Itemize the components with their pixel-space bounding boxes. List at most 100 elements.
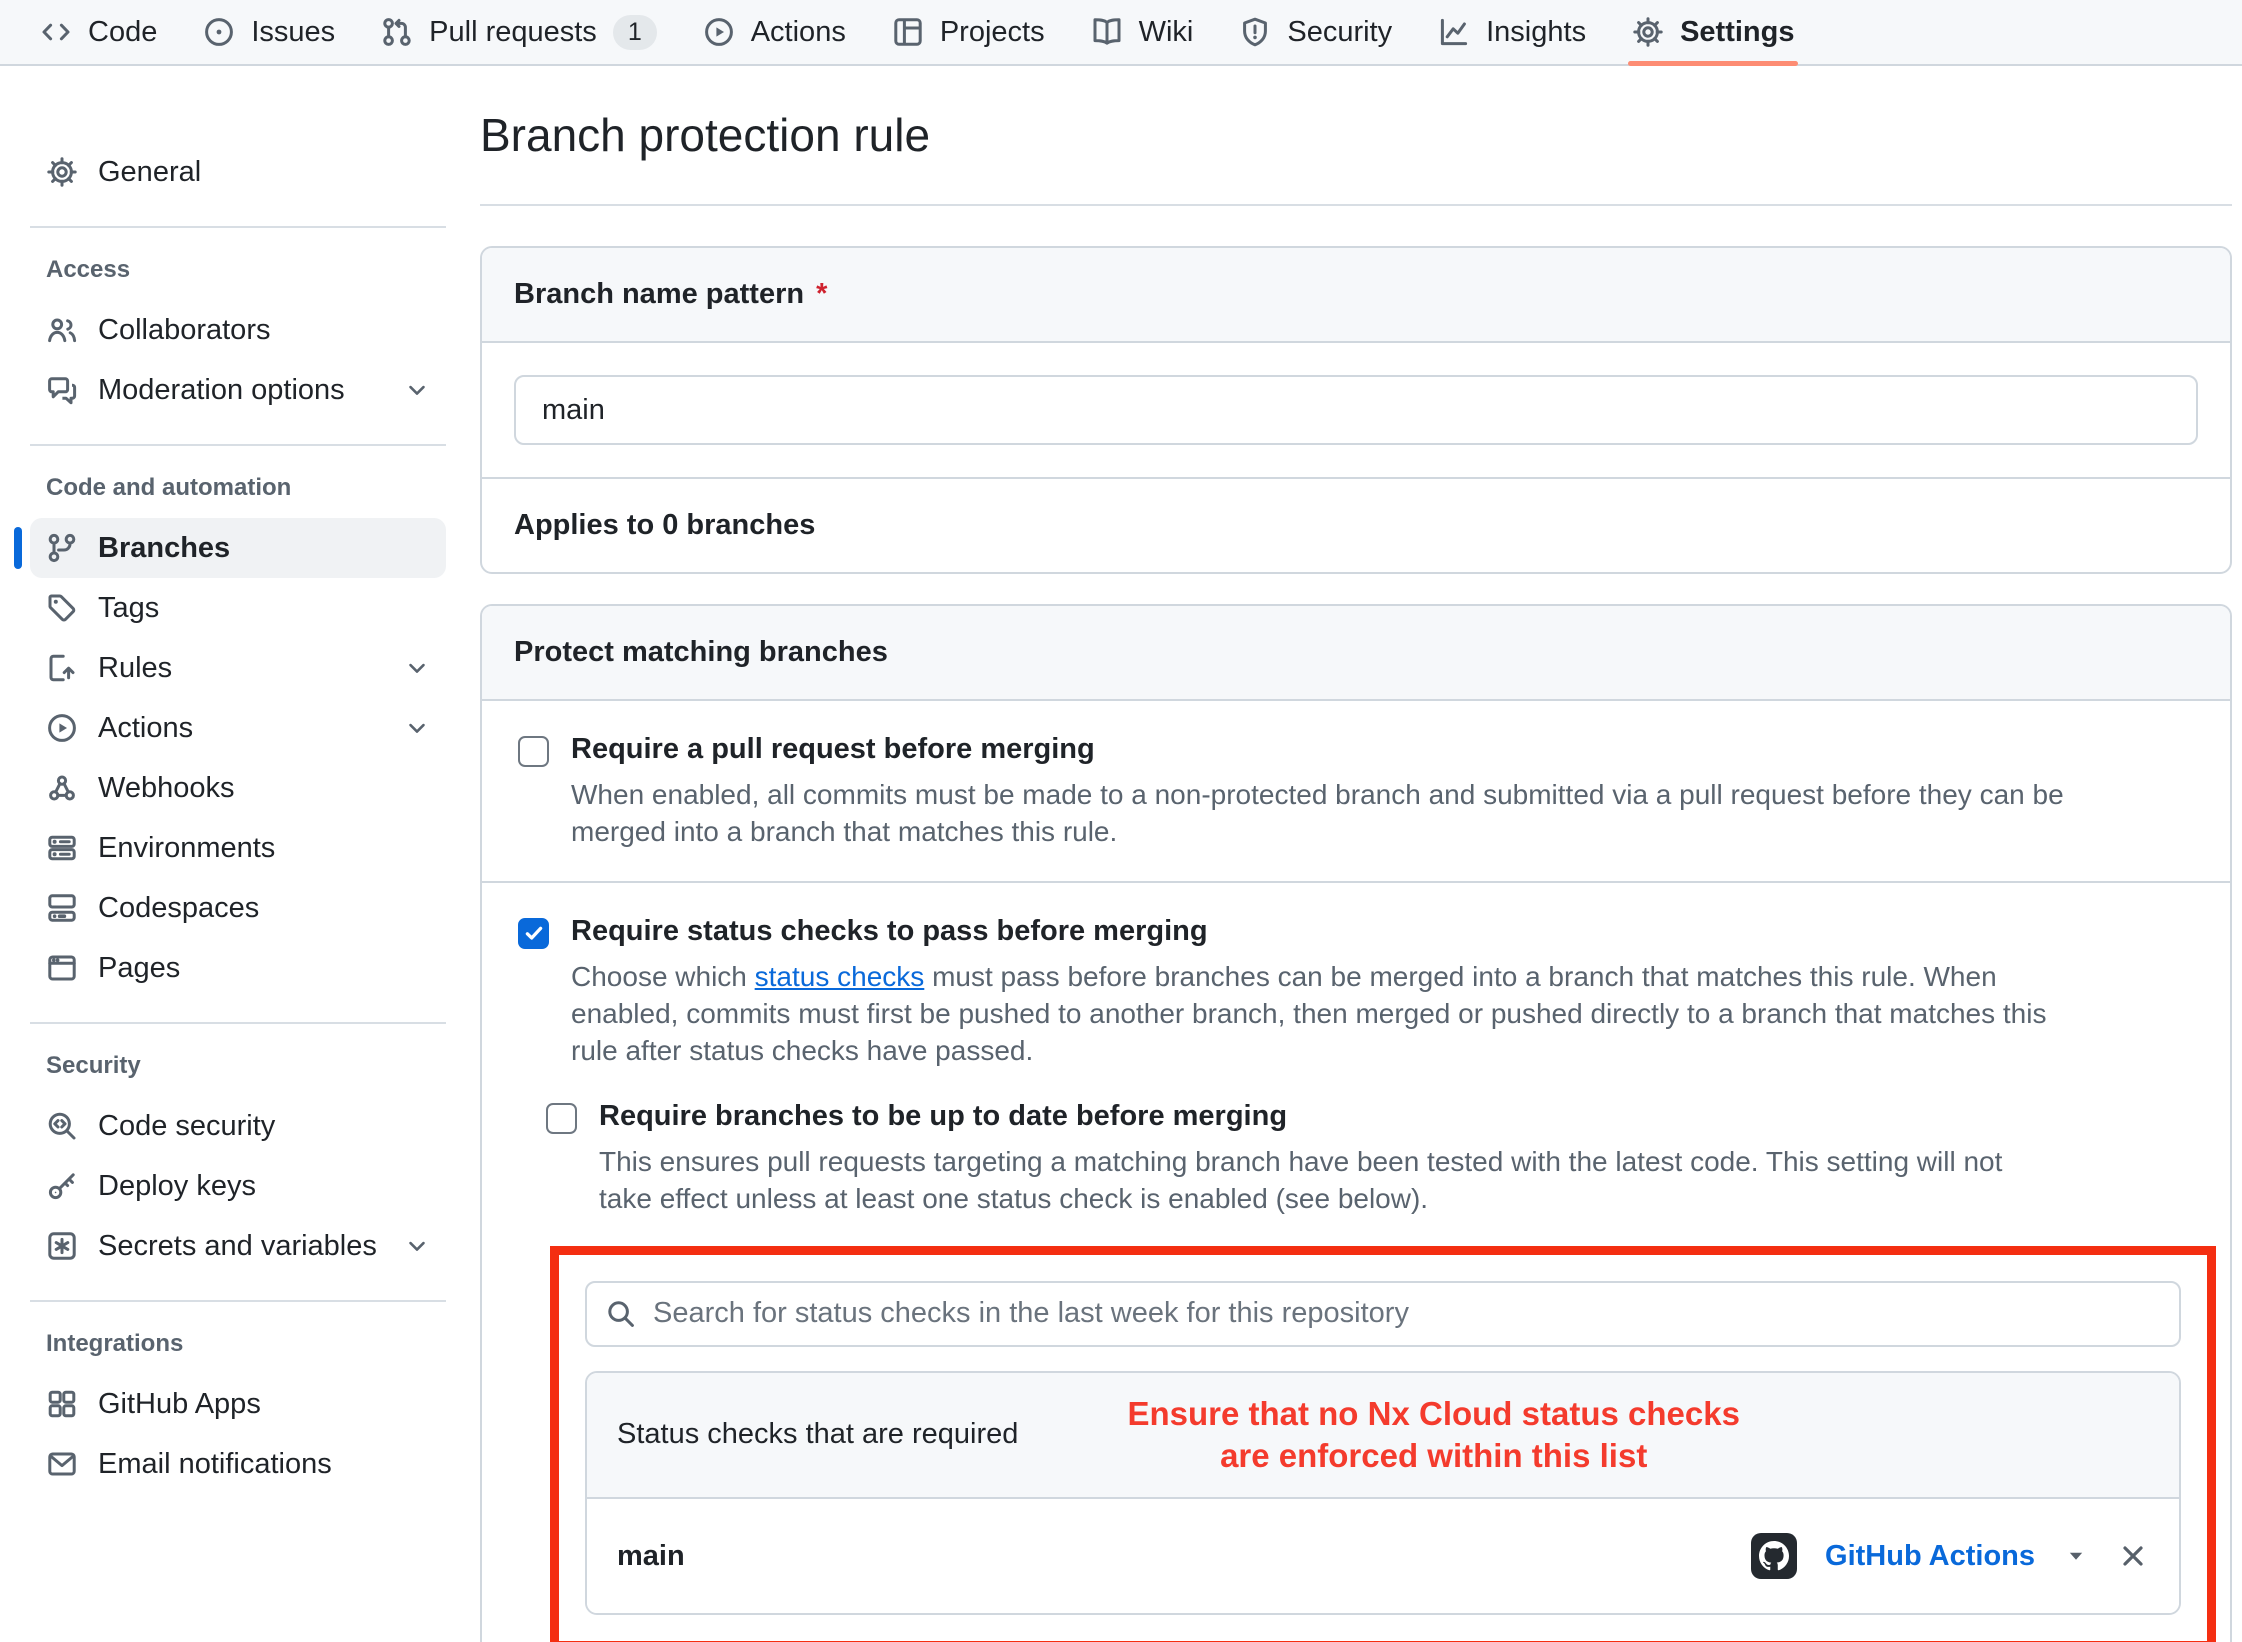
annotation-line: Ensure that no Nx Cloud status checks bbox=[1018, 1393, 1849, 1435]
require-pull-request-description: When enabled, all commits must be made t… bbox=[571, 777, 2071, 851]
status-check-row: main GitHub Actions bbox=[587, 1499, 2179, 1613]
required-status-checks-title: Status checks that are required bbox=[617, 1418, 1018, 1451]
caret-down-icon[interactable] bbox=[2063, 1543, 2089, 1569]
gear-icon bbox=[46, 156, 78, 188]
sidebar-item-label: Moderation options bbox=[98, 374, 345, 407]
protect-matching-branches-card: Protect matching branches Require a pull… bbox=[480, 604, 2232, 1642]
apps-icon bbox=[46, 1388, 78, 1420]
sidebar-item-label: Secrets and variables bbox=[98, 1230, 377, 1263]
require-up-to-date-checkbox[interactable] bbox=[546, 1103, 577, 1134]
sidebar-item-label: Tags bbox=[98, 592, 159, 625]
annotation-line: are enforced within this list bbox=[1018, 1435, 1849, 1477]
browser-icon bbox=[46, 952, 78, 984]
sidebar-item-label: Actions bbox=[98, 712, 193, 745]
sidebar-item-label: GitHub Apps bbox=[98, 1388, 261, 1421]
status-check-name: main bbox=[617, 1540, 685, 1573]
sidebar-item-rules[interactable]: Rules bbox=[30, 638, 446, 698]
protect-matching-branches-header: Protect matching branches bbox=[482, 606, 2230, 701]
sidebar-item-label: General bbox=[98, 156, 201, 189]
tab-pull-requests[interactable]: Pull requests 1 bbox=[363, 0, 675, 64]
shield-icon bbox=[1239, 16, 1271, 48]
sidebar-item-label: Webhooks bbox=[98, 772, 235, 805]
applies-to-branches: Applies to 0 branches bbox=[482, 477, 2230, 572]
sidebar-item-moderation-options[interactable]: Moderation options bbox=[30, 360, 446, 420]
sidebar-item-actions[interactable]: Actions bbox=[30, 698, 446, 758]
tab-projects[interactable]: Projects bbox=[874, 0, 1063, 64]
status-check-source-link[interactable]: GitHub Actions bbox=[1825, 1540, 2035, 1573]
sidebar-item-secrets-and-variables[interactable]: Secrets and variables bbox=[30, 1216, 446, 1276]
rules-icon bbox=[46, 652, 78, 684]
sidebar-item-label: Code security bbox=[98, 1110, 275, 1143]
chevron-down-icon bbox=[404, 377, 430, 403]
tab-actions[interactable]: Actions bbox=[685, 0, 864, 64]
pull-request-icon bbox=[381, 16, 413, 48]
sidebar-item-tags[interactable]: Tags bbox=[30, 578, 446, 638]
tab-label: Settings bbox=[1680, 16, 1794, 49]
gear-icon bbox=[1632, 16, 1664, 48]
tab-security[interactable]: Security bbox=[1221, 0, 1410, 64]
sidebar-item-general[interactable]: General bbox=[30, 142, 446, 202]
sidebar-item-label: Environments bbox=[98, 832, 275, 865]
sidebar-item-email-notifications[interactable]: Email notifications bbox=[30, 1434, 446, 1494]
sidebar-item-pages[interactable]: Pages bbox=[30, 938, 446, 998]
status-checks-search bbox=[585, 1281, 2181, 1347]
chevron-down-icon bbox=[404, 1233, 430, 1259]
divider bbox=[30, 1022, 446, 1024]
key-icon bbox=[46, 1170, 78, 1202]
sidebar-item-environments[interactable]: Environments bbox=[30, 818, 446, 878]
sidebar-item-collaborators[interactable]: Collaborators bbox=[30, 300, 446, 360]
require-status-checks-option: Require status checks to pass before mer… bbox=[482, 881, 2230, 1642]
require-status-checks-label[interactable]: Require status checks to pass before mer… bbox=[571, 915, 1208, 948]
require-pull-request-label[interactable]: Require a pull request before merging bbox=[571, 733, 1095, 766]
branch-name-pattern-input[interactable] bbox=[514, 375, 2198, 445]
tab-insights[interactable]: Insights bbox=[1420, 0, 1604, 64]
sidebar-item-branches[interactable]: Branches bbox=[30, 518, 446, 578]
github-mark-icon bbox=[1751, 1533, 1797, 1579]
status-checks-search-input[interactable] bbox=[585, 1281, 2181, 1347]
require-status-checks-checkbox[interactable] bbox=[518, 918, 549, 949]
tab-label: Pull requests bbox=[429, 16, 597, 49]
sidebar-section-title: Integrations bbox=[46, 1330, 446, 1358]
sidebar-item-label: Pages bbox=[98, 952, 180, 985]
require-status-checks-description: Choose which status checks must pass bef… bbox=[571, 959, 2071, 1070]
code-scan-icon bbox=[46, 1110, 78, 1142]
table-icon bbox=[892, 16, 924, 48]
graph-icon bbox=[1438, 16, 1470, 48]
status-checks-link[interactable]: status checks bbox=[755, 961, 925, 992]
require-pull-request-checkbox[interactable] bbox=[518, 736, 549, 767]
tab-label: Wiki bbox=[1139, 16, 1194, 49]
tab-label: Code bbox=[88, 16, 157, 49]
description-text: Choose which bbox=[571, 961, 755, 992]
remove-status-check-icon[interactable] bbox=[2117, 1540, 2149, 1572]
require-up-to-date-option: Require branches to be up to date before… bbox=[546, 1100, 2194, 1642]
sidebar-item-label: Deploy keys bbox=[98, 1170, 256, 1203]
branch-name-pattern-header: Branch name pattern* bbox=[482, 248, 2230, 343]
settings-sidebar: General Access Collaborators Moderation … bbox=[0, 66, 460, 1494]
chevron-down-icon bbox=[404, 655, 430, 681]
sidebar-item-label: Branches bbox=[98, 532, 230, 565]
sidebar-item-label: Email notifications bbox=[98, 1448, 332, 1481]
sidebar-item-deploy-keys[interactable]: Deploy keys bbox=[30, 1156, 446, 1216]
play-icon bbox=[46, 712, 78, 744]
play-icon bbox=[703, 16, 735, 48]
required-asterisk: * bbox=[816, 278, 827, 310]
chevron-down-icon bbox=[404, 715, 430, 741]
sidebar-item-code-security[interactable]: Code security bbox=[30, 1096, 446, 1156]
required-status-checks-header: Status checks that are required Ensure t… bbox=[587, 1373, 2179, 1499]
sidebar-item-label: Collaborators bbox=[98, 314, 270, 347]
sidebar-item-codespaces[interactable]: Codespaces bbox=[30, 878, 446, 938]
sidebar-item-label: Codespaces bbox=[98, 892, 259, 925]
tab-label: Security bbox=[1287, 16, 1392, 49]
sidebar-item-github-apps[interactable]: GitHub Apps bbox=[30, 1374, 446, 1434]
tab-issues[interactable]: Issues bbox=[185, 0, 353, 64]
branch-name-pattern-card: Branch name pattern* Applies to 0 branch… bbox=[480, 246, 2232, 574]
divider bbox=[480, 204, 2232, 206]
repo-tabs: Code Issues Pull requests 1 Actions Proj… bbox=[0, 0, 2242, 66]
require-up-to-date-label[interactable]: Require branches to be up to date before… bbox=[599, 1100, 1287, 1133]
tab-code[interactable]: Code bbox=[22, 0, 175, 64]
tab-settings[interactable]: Settings bbox=[1614, 0, 1812, 64]
issue-opened-icon bbox=[203, 16, 235, 48]
tab-wiki[interactable]: Wiki bbox=[1073, 0, 1212, 64]
annotation-highlight-box: Status checks that are required Ensure t… bbox=[550, 1246, 2216, 1642]
sidebar-item-webhooks[interactable]: Webhooks bbox=[30, 758, 446, 818]
